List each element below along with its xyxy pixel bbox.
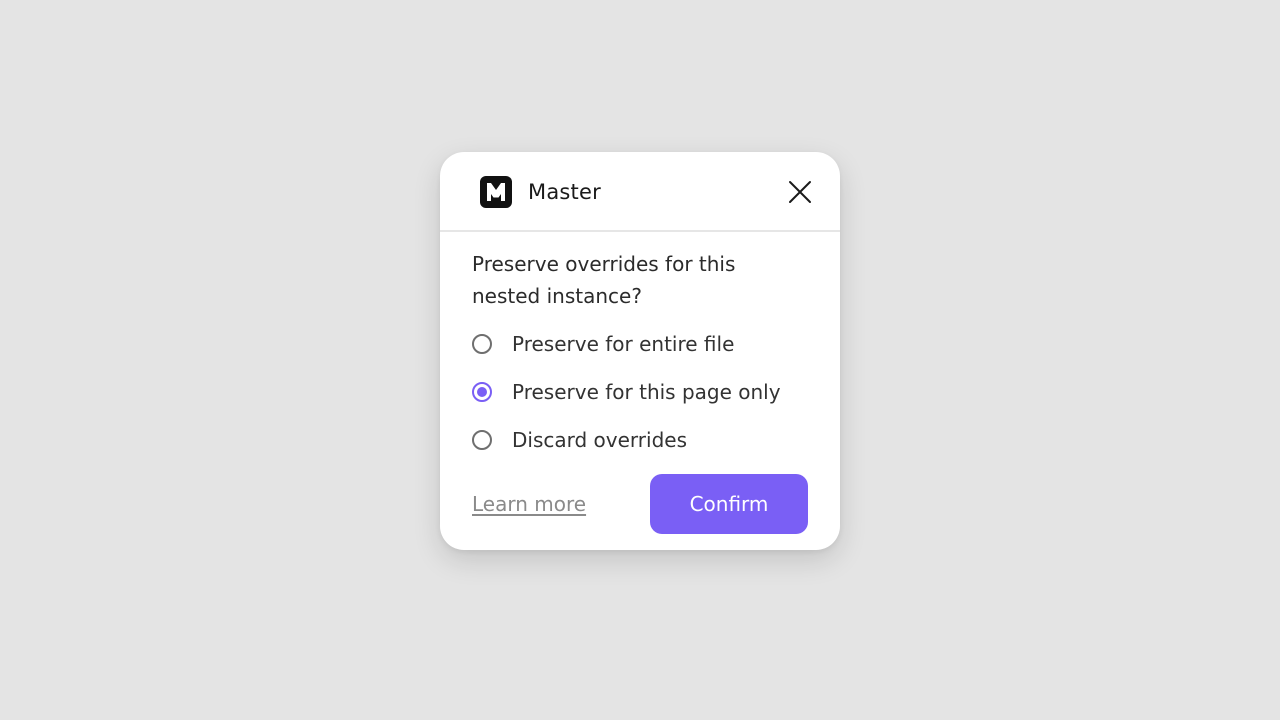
option-discard[interactable]: Discard overrides [472,426,822,458]
app-title: Master [528,180,601,204]
override-dialog: Master Preserve overrides for this neste… [440,152,840,550]
dialog-question: Preserve overrides for this nested insta… [472,252,736,308]
option-label: Preserve for this page only [512,380,781,404]
close-button[interactable] [786,178,814,206]
confirm-button[interactable]: Confirm [650,474,808,534]
option-page-only[interactable]: Preserve for this page only [472,378,822,410]
option-entire-file[interactable]: Preserve for entire file [472,330,822,362]
m-logo-icon [480,176,512,208]
close-icon [789,181,811,203]
radio-discard[interactable] [472,430,492,450]
radio-entire-file[interactable] [472,334,492,354]
learn-more-link[interactable]: Learn more [472,490,586,518]
dialog-header: Master [440,152,840,232]
option-label: Preserve for entire file [512,332,735,356]
option-label: Discard overrides [512,428,687,452]
radio-page-only[interactable] [472,382,492,402]
